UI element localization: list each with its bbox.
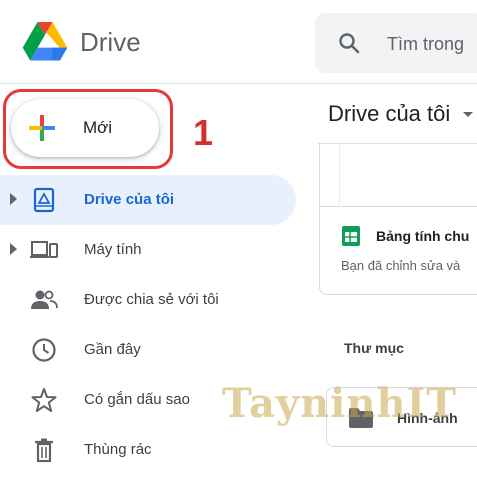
suggested-file-card[interactable]: Bảng tính chu Bạn đã chỉnh sửa và [319, 143, 477, 295]
watermark: TayninhIT [222, 380, 458, 427]
search-input[interactable]: Tìm trong [387, 34, 464, 55]
clock-icon [32, 338, 56, 362]
step-number-annotation: 1 [193, 112, 214, 153]
sidebar-item-trash[interactable]: Thùng rác [0, 425, 296, 475]
sidebar-item-label: Thùng rác [84, 441, 152, 458]
expand-arrow-icon[interactable] [10, 243, 17, 255]
file-thumbnail [320, 143, 477, 207]
file-name: Bảng tính chu [376, 228, 470, 244]
thumbnail-line [339, 143, 340, 207]
chevron-down-icon[interactable] [463, 112, 473, 117]
sidebar-item-label: Gần đây [84, 341, 141, 358]
search-icon[interactable] [337, 31, 361, 55]
new-button-label: Mới [83, 118, 113, 137]
app-title: Drive [80, 27, 141, 57]
sidebar-item-label: Được chia sẻ với tôi [84, 291, 219, 308]
sidebar-item-recent[interactable]: Gần đây [0, 325, 296, 375]
sheets-icon [342, 226, 360, 246]
expand-arrow-icon[interactable] [10, 193, 17, 205]
my-drive-icon [33, 187, 55, 213]
sidebar-item-label: Drive của tôi [84, 191, 175, 208]
header-divider [0, 83, 477, 84]
plus-icon [29, 115, 55, 141]
page-title[interactable]: Drive của tôi [328, 101, 450, 127]
google-drive-logo-icon[interactable] [22, 22, 68, 62]
computers-icon [30, 241, 58, 258]
sidebar-item-shared[interactable]: Được chia sẻ với tôi [0, 275, 296, 325]
sidebar-item-my-drive[interactable]: Drive của tôi [0, 175, 296, 225]
file-meta: Bạn đã chỉnh sửa và [341, 258, 461, 273]
star-icon [31, 388, 57, 412]
new-button[interactable]: Mới [11, 99, 159, 157]
shared-people-icon [31, 290, 58, 309]
sidebar-item-computers[interactable]: Máy tính [0, 225, 296, 275]
search-bar[interactable]: Tìm trong [315, 13, 477, 73]
sidebar-item-label: Máy tính [84, 241, 142, 258]
sidebar-item-label: Có gắn dấu sao [84, 391, 190, 408]
folders-section-label: Thư mục [344, 340, 404, 356]
trash-icon [35, 438, 53, 463]
